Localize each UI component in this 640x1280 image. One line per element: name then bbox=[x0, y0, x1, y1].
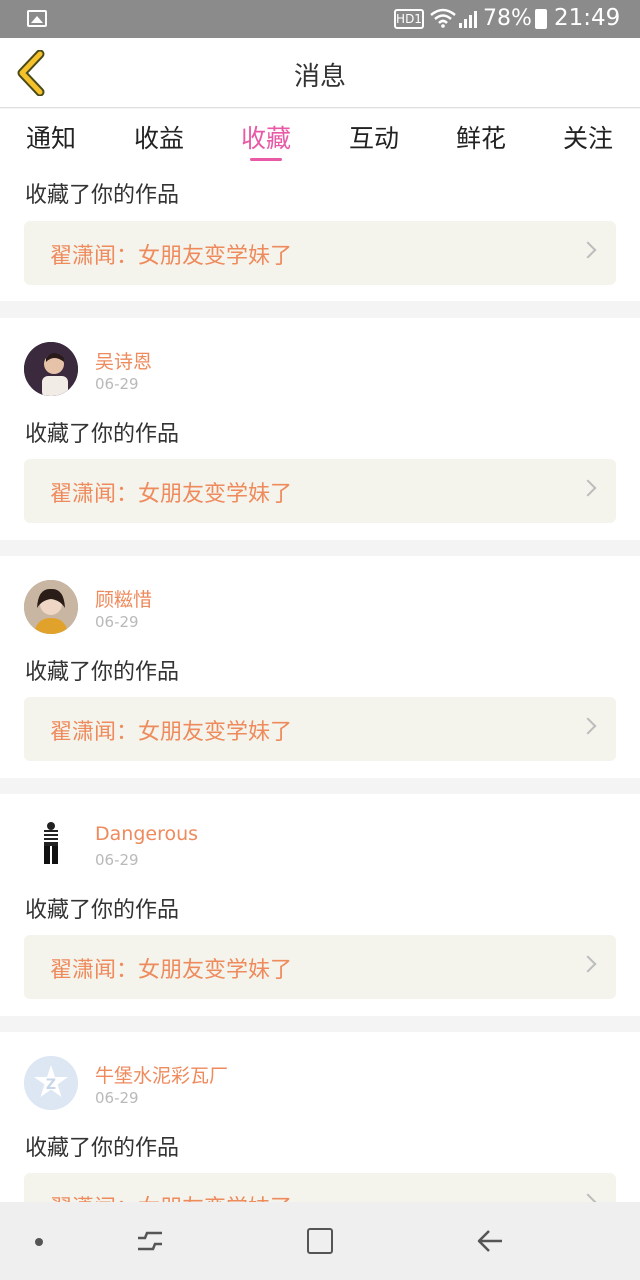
tab-bar: 通知 收益 收藏 互动 鲜花 关注 bbox=[0, 109, 640, 167]
wifi-icon bbox=[430, 8, 456, 33]
avatar[interactable] bbox=[24, 342, 78, 396]
system-nav-bar bbox=[0, 1202, 640, 1280]
action-text: 收藏了你的作品 bbox=[25, 898, 180, 923]
battery-percent: 78% bbox=[483, 6, 532, 31]
chevron-right-icon bbox=[579, 241, 597, 259]
work-title: 翟潇闻：女朋友变学妹了 bbox=[50, 958, 293, 983]
list-item: 收藏了你的作品 翟潇闻：女朋友变学妹了 bbox=[0, 167, 640, 301]
action-text: 收藏了你的作品 bbox=[25, 183, 180, 208]
status-bar: HD1 78% 21:49 bbox=[0, 0, 640, 38]
avatar[interactable] bbox=[24, 818, 78, 872]
image-icon bbox=[27, 10, 47, 27]
tab-flowers[interactable]: 鲜花 bbox=[441, 119, 521, 155]
action-text: 收藏了你的作品 bbox=[25, 422, 180, 447]
work-link[interactable]: 翟潇闻：女朋友变学妹了 bbox=[24, 1173, 616, 1202]
list-item: 吴诗恩 06-29 收藏了你的作品 翟潇闻：女朋友变学妹了 bbox=[0, 318, 640, 540]
title-bar: 消息 bbox=[0, 38, 640, 108]
home-icon[interactable] bbox=[307, 1228, 333, 1254]
work-link[interactable]: 翟潇闻：女朋友变学妹了 bbox=[24, 459, 616, 523]
timestamp: 06-29 bbox=[95, 375, 139, 393]
timestamp: 06-29 bbox=[95, 851, 139, 869]
back-icon[interactable] bbox=[475, 1226, 505, 1256]
work-title: 翟潇闻：女朋友变学妹了 bbox=[50, 720, 293, 745]
hd-badge: HD1 bbox=[394, 9, 424, 29]
clock: 21:49 bbox=[554, 5, 621, 31]
avatar[interactable] bbox=[24, 580, 78, 634]
work-title: 翟潇闻：女朋友变学妹了 bbox=[50, 1190, 292, 1202]
work-link[interactable]: 翟潇闻：女朋友变学妹了 bbox=[24, 697, 616, 761]
assist-dot-icon[interactable] bbox=[35, 1238, 43, 1246]
nickname[interactable]: 顾糍惜 bbox=[95, 585, 152, 612]
work-title: 翟潇闻：女朋友变学妹了 bbox=[50, 482, 293, 507]
tab-follows[interactable]: 关注 bbox=[548, 119, 628, 155]
tab-favorites[interactable]: 收藏 bbox=[226, 119, 306, 155]
list-item: Z 牛堡水泥彩瓦厂 06-29 收藏了你的作品 翟潇闻：女朋友变学妹了 bbox=[0, 1032, 640, 1202]
nickname[interactable]: Dangerous bbox=[95, 823, 198, 845]
svg-text:Z: Z bbox=[46, 1077, 56, 1093]
list-item: 顾糍惜 06-29 收藏了你的作品 翟潇闻：女朋友变学妹了 bbox=[0, 556, 640, 778]
action-text: 收藏了你的作品 bbox=[25, 660, 180, 685]
nickname[interactable]: 吴诗恩 bbox=[95, 347, 152, 374]
nickname[interactable]: 牛堡水泥彩瓦厂 bbox=[95, 1061, 228, 1088]
avatar[interactable]: Z bbox=[24, 1056, 78, 1110]
tab-notifications[interactable]: 通知 bbox=[11, 119, 91, 155]
tab-interactions[interactable]: 互动 bbox=[334, 119, 414, 155]
tab-earnings[interactable]: 收益 bbox=[119, 119, 199, 155]
page-title: 消息 bbox=[293, 62, 346, 92]
battery-icon bbox=[535, 9, 547, 29]
work-link[interactable]: 翟潇闻：女朋友变学妹了 bbox=[24, 221, 616, 285]
work-link[interactable]: 翟潇闻：女朋友变学妹了 bbox=[24, 935, 616, 999]
chevron-right-icon bbox=[579, 717, 597, 735]
action-text: 收藏了你的作品 bbox=[25, 1136, 180, 1161]
recents-icon[interactable] bbox=[135, 1226, 165, 1256]
chevron-right-icon bbox=[579, 1193, 597, 1202]
timestamp: 06-29 bbox=[95, 613, 139, 631]
chevron-right-icon bbox=[579, 479, 597, 497]
timestamp: 06-29 bbox=[95, 1089, 139, 1107]
active-tab-indicator bbox=[250, 158, 282, 161]
list-item: Dangerous 06-29 收藏了你的作品 翟潇闻：女朋友变学妹了 bbox=[0, 794, 640, 1016]
work-title: 翟潇闻：女朋友变学妹了 bbox=[50, 244, 293, 269]
message-feed[interactable]: 收藏了你的作品 翟潇闻：女朋友变学妹了 吴诗恩 06-29 收藏了你的作品 翟潇… bbox=[0, 167, 640, 1202]
chevron-right-icon bbox=[579, 955, 597, 973]
signal-icon bbox=[458, 9, 478, 29]
